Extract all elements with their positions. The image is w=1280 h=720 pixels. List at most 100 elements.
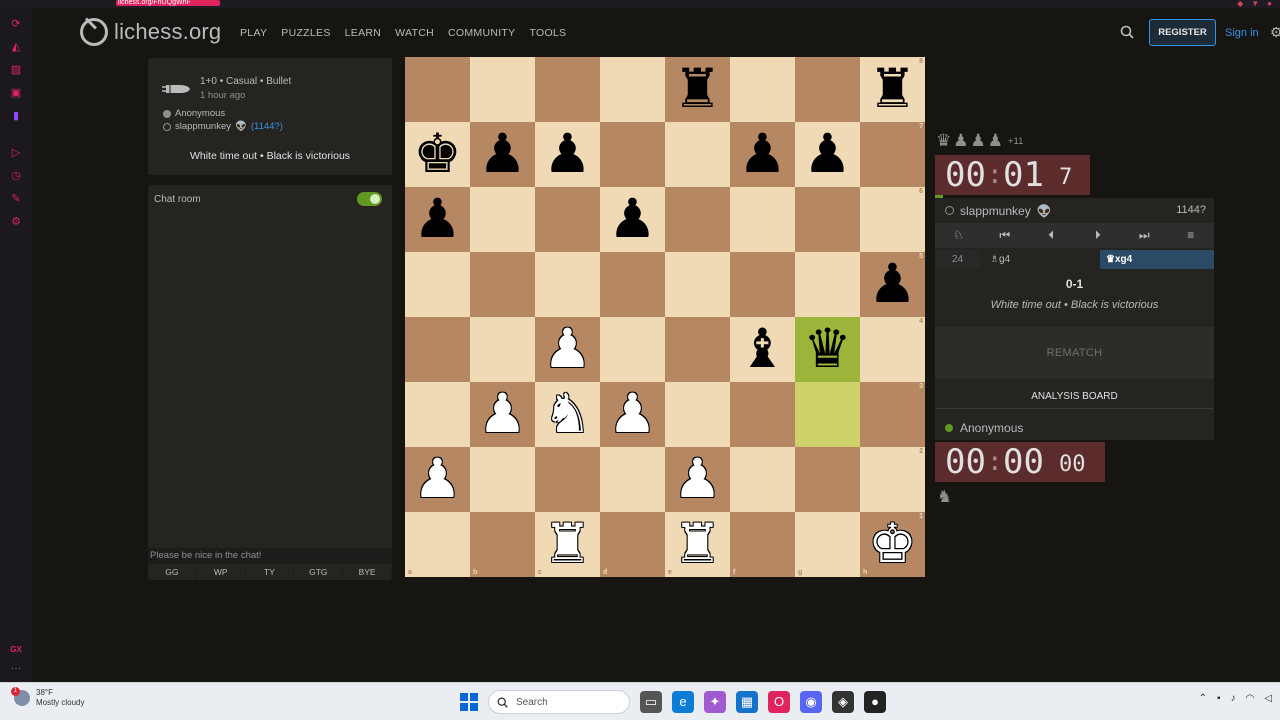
square-g8[interactable] <box>795 57 860 122</box>
black-king-icon[interactable]: ♚ <box>405 122 470 187</box>
first-move-icon[interactable]: ⏮ <box>982 223 1029 248</box>
black-pawn-icon[interactable]: ♟ <box>470 122 535 187</box>
signin-link[interactable]: Sign in <box>1225 27 1259 39</box>
white-rook-icon[interactable]: ♜ <box>535 512 600 577</box>
square-d2[interactable] <box>600 447 665 512</box>
square-c5[interactable] <box>535 252 600 317</box>
nav-puzzles[interactable]: PUZZLES <box>281 27 330 39</box>
square-h7[interactable]: 7 <box>860 122 925 187</box>
square-c3[interactable]: ♞ <box>535 382 600 447</box>
nav-community[interactable]: COMMUNITY <box>448 27 515 39</box>
black-pawn-icon[interactable]: ♟ <box>730 122 795 187</box>
download-icon[interactable]: ▼ <box>1251 0 1259 8</box>
square-b1[interactable]: b <box>470 512 535 577</box>
square-e3[interactable] <box>665 382 730 447</box>
square-a3[interactable] <box>405 382 470 447</box>
square-d7[interactable] <box>600 122 665 187</box>
black-queen-icon[interactable]: ♛ <box>795 317 860 382</box>
black-pawn-icon[interactable]: ♟ <box>795 122 860 187</box>
square-f3[interactable] <box>730 382 795 447</box>
flip-board-icon[interactable]: ♘ <box>935 223 982 248</box>
square-d5[interactable] <box>600 252 665 317</box>
obs-icon[interactable]: ● <box>864 691 886 713</box>
preset-wp[interactable]: WP <box>197 565 246 580</box>
square-f4[interactable]: ♝ <box>730 317 795 382</box>
discord-icon[interactable]: ◉ <box>800 691 822 713</box>
black-move[interactable]: ♛xg4 <box>1100 250 1214 269</box>
weather-widget[interactable]: 1 38°F Mostly cloudy <box>11 687 84 708</box>
square-g1[interactable]: g <box>795 512 860 577</box>
square-f7[interactable]: ♟ <box>730 122 795 187</box>
next-move-icon[interactable]: ⏵ <box>1075 223 1122 248</box>
black-rook-icon[interactable]: ♜ <box>860 57 925 122</box>
square-a7[interactable]: ♚ <box>405 122 470 187</box>
black-pawn-icon[interactable]: ♟ <box>860 252 925 317</box>
square-c7[interactable]: ♟ <box>535 122 600 187</box>
white-pawn-icon[interactable]: ♟ <box>405 447 470 512</box>
square-b8[interactable] <box>470 57 535 122</box>
preset-ty[interactable]: TY <box>246 565 295 580</box>
opera-icon[interactable]: O <box>768 691 790 713</box>
square-e5[interactable] <box>665 252 730 317</box>
square-h2[interactable]: 2 <box>860 447 925 512</box>
square-a1[interactable]: a <box>405 512 470 577</box>
tray-app-icon[interactable]: ▪ <box>1217 693 1221 704</box>
square-e2[interactable]: ♟ <box>665 447 730 512</box>
square-d8[interactable] <box>600 57 665 122</box>
square-c4[interactable]: ♟ <box>535 317 600 382</box>
windows-start-icon[interactable] <box>460 693 478 711</box>
square-c1[interactable]: c ♜ <box>535 512 600 577</box>
black-bishop-icon[interactable]: ♝ <box>730 317 795 382</box>
white-pawn-icon[interactable]: ♟ <box>470 382 535 447</box>
previous-move-icon[interactable]: ⏴ <box>1028 223 1075 248</box>
settings-icon[interactable]: ● <box>1267 0 1272 8</box>
gx-control-icon[interactable]: ◭ <box>9 40 23 54</box>
square-d1[interactable]: d <box>600 512 665 577</box>
nav-learn[interactable]: LEARN <box>345 27 382 39</box>
speed-dial-icon[interactable]: ⟳ <box>9 17 23 31</box>
black-pawn-icon[interactable]: ♟ <box>405 187 470 252</box>
app-icon[interactable]: ◈ <box>832 691 854 713</box>
white-king-icon[interactable]: ♚ <box>860 512 925 577</box>
chat-toggle[interactable] <box>357 192 382 206</box>
rematch-button[interactable]: REMATCH <box>935 327 1214 379</box>
square-a8[interactable] <box>405 57 470 122</box>
gear-icon[interactable]: ⚙ <box>1270 25 1280 39</box>
twitch-icon[interactable]: ▮ <box>9 109 23 123</box>
square-b6[interactable] <box>470 187 535 252</box>
preset-gtg[interactable]: GTG <box>294 565 344 580</box>
site-logo[interactable]: lichess.org <box>80 18 221 46</box>
last-move-icon[interactable]: ⏭ <box>1121 223 1168 248</box>
square-f6[interactable] <box>730 187 795 252</box>
square-a2[interactable]: ♟ <box>405 447 470 512</box>
square-h6[interactable]: 6 <box>860 187 925 252</box>
square-e7[interactable] <box>665 122 730 187</box>
square-g5[interactable] <box>795 252 860 317</box>
search-icon[interactable] <box>1120 25 1134 39</box>
square-c6[interactable] <box>535 187 600 252</box>
preset-bye[interactable]: BYE <box>343 565 392 580</box>
square-a5[interactable] <box>405 252 470 317</box>
square-d3[interactable]: ♟ <box>600 382 665 447</box>
gx-corner-icon[interactable]: ▨ <box>9 63 23 77</box>
square-d6[interactable]: ♟ <box>600 187 665 252</box>
square-g4[interactable]: ♛ <box>795 317 860 382</box>
square-g3[interactable] <box>795 382 860 447</box>
square-f1[interactable]: f <box>730 512 795 577</box>
player-icon[interactable]: ▷ <box>9 146 23 160</box>
square-h8[interactable]: 8 ♜ <box>860 57 925 122</box>
preset-gg[interactable]: GG <box>148 565 197 580</box>
analysis-board-button[interactable]: ANALYSIS BOARD <box>935 385 1214 409</box>
square-b5[interactable] <box>470 252 535 317</box>
square-h5[interactable]: 5 ♟ <box>860 252 925 317</box>
bottom-player-row[interactable]: Anonymous <box>935 415 1214 440</box>
chevron-up-icon[interactable]: ⌃ <box>1199 693 1207 704</box>
black-pawn-icon[interactable]: ♟ <box>600 187 665 252</box>
square-e4[interactable] <box>665 317 730 382</box>
nav-play[interactable]: PLAY <box>240 27 267 39</box>
settings-gear-icon[interactable]: ⚙ <box>9 215 23 229</box>
chess-board[interactable]: ♜ 8 ♜ ♚ ♟ ♟ ♟ ♟ 7 ♟ ♟ 6 5 ♟ ♟ ♝ ♛ 4 ♟ ♞ ♟ 3 ♟ ♟ 2 a b c ♜ d e ♜ f g 1 h ♚ <box>405 57 925 577</box>
black-pawn-icon[interactable]: ♟ <box>535 122 600 187</box>
address-bar[interactable]: lichess.org/FhUQgWnF <box>116 0 220 6</box>
menu-icon[interactable]: ≡ <box>1168 223 1215 248</box>
